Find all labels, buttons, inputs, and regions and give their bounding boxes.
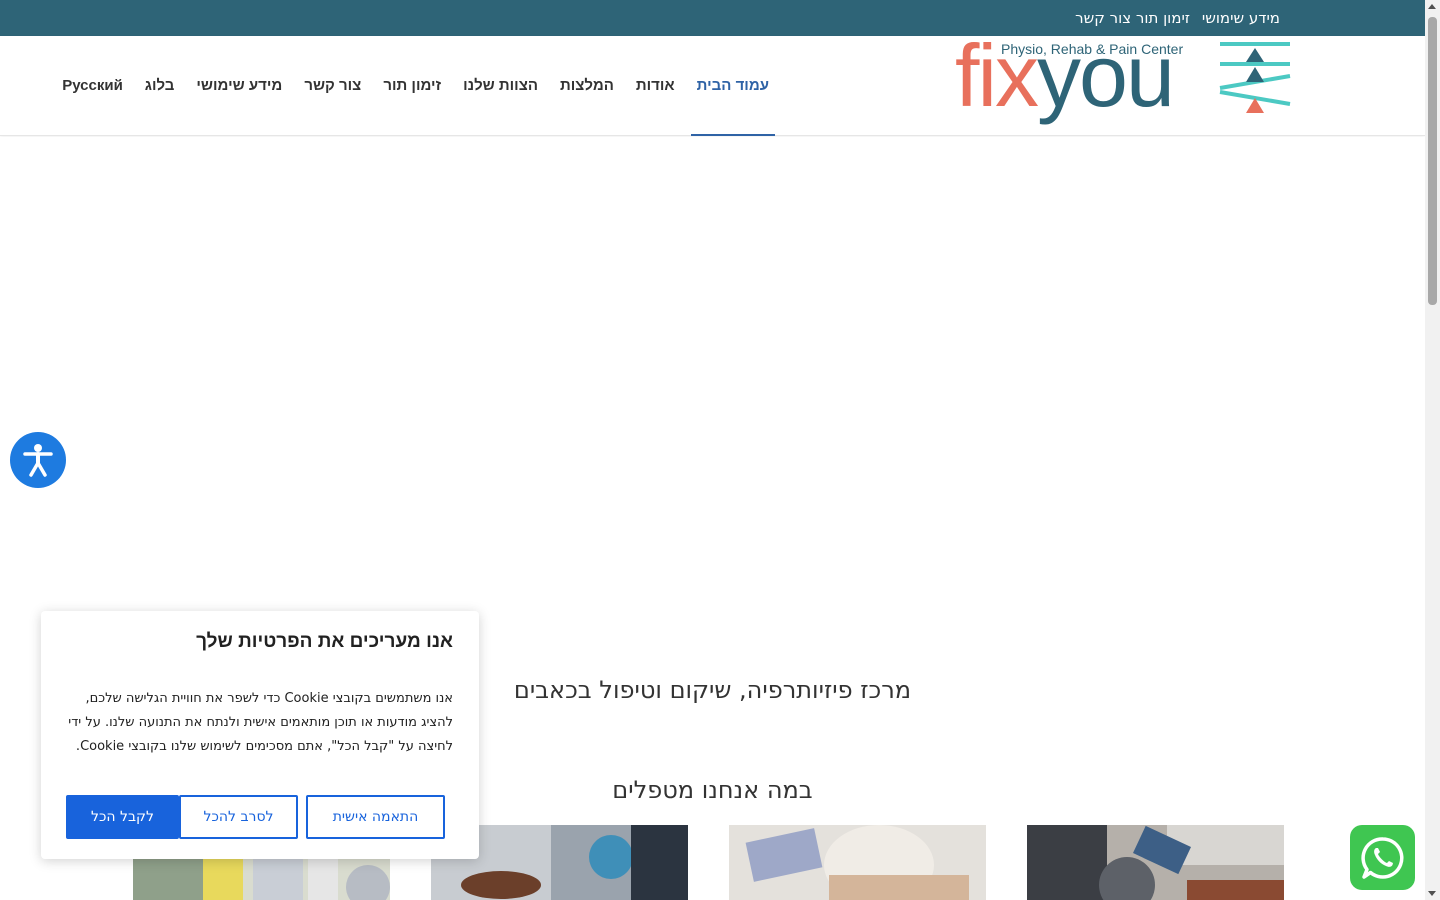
nav-item-team[interactable]: הצוות שלנו bbox=[452, 36, 549, 136]
treatment-card-4-image bbox=[1027, 825, 1284, 900]
nav-item-contact[interactable]: צור קשר bbox=[293, 36, 372, 136]
scroll-up-arrow-icon[interactable] bbox=[1428, 4, 1436, 9]
nav-item-home[interactable]: עמוד הבית bbox=[686, 36, 780, 136]
cookie-consent-dialog: אנו מעריכים את הפרטיות שלך אנו משתמשים ב… bbox=[41, 611, 479, 859]
treatment-card-4[interactable] bbox=[1027, 825, 1284, 900]
main-nav: עמוד הבית אודות המלצות הצוות שלנו זימון … bbox=[51, 36, 780, 136]
nav-item-russian[interactable]: Русский bbox=[51, 36, 134, 136]
top-bar: מידע שימושי זימון תור צור קשר bbox=[0, 0, 1425, 36]
cookie-description: אנו משתמשים בקובצי Cookie כדי לשפר את חו… bbox=[68, 691, 453, 754]
accessibility-icon bbox=[23, 444, 53, 477]
scroll-down-arrow-icon[interactable] bbox=[1428, 891, 1436, 896]
nav-item-useful-info[interactable]: מידע שימושי bbox=[185, 36, 293, 136]
cookie-title: אנו מעריכים את הפרטיות שלך bbox=[196, 631, 453, 652]
cookie-reject-all-button[interactable]: לסרב להכל bbox=[179, 795, 298, 839]
cookie-accept-all-button[interactable]: לקבל הכל bbox=[66, 795, 179, 839]
logo-tagline: Physio, Rehab & Pain Center bbox=[1001, 41, 1184, 57]
treatment-card-3[interactable] bbox=[729, 825, 986, 900]
topbar-link-appointment-contact[interactable]: זימון תור צור קשר bbox=[1075, 9, 1190, 27]
whatsapp-icon bbox=[1360, 836, 1403, 879]
hero-area bbox=[0, 137, 1425, 607]
logo-balance-icon bbox=[1219, 42, 1291, 113]
nav-item-appointment[interactable]: זימון תור bbox=[372, 36, 452, 136]
accessibility-button[interactable] bbox=[10, 432, 66, 488]
site-logo[interactable]: fixyou Physio, Rehab & Pain Center bbox=[955, 32, 1295, 136]
nav-item-testimonials[interactable]: המלצות bbox=[549, 36, 625, 136]
page-scrollbar[interactable] bbox=[1425, 0, 1440, 900]
nav-item-blog[interactable]: בלוג bbox=[134, 36, 186, 136]
nav-item-about[interactable]: אודות bbox=[625, 36, 686, 136]
topbar-link-useful-info[interactable]: מידע שימושי bbox=[1202, 9, 1280, 27]
cookie-customize-button[interactable]: התאמה אישית bbox=[306, 795, 445, 839]
scrollbar-thumb[interactable] bbox=[1428, 17, 1437, 305]
treatment-card-3-image bbox=[729, 825, 986, 900]
whatsapp-button[interactable] bbox=[1350, 825, 1415, 890]
